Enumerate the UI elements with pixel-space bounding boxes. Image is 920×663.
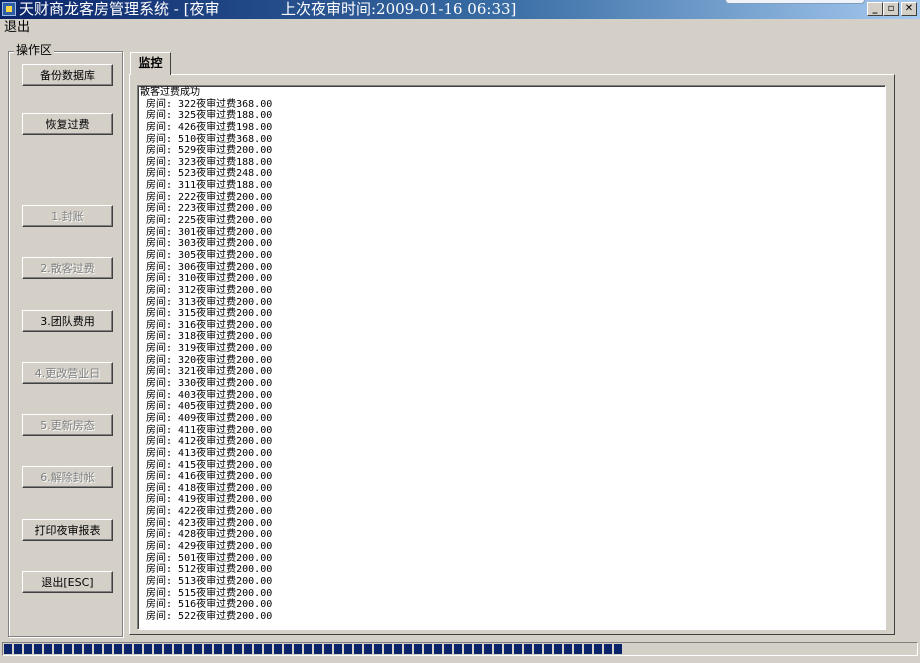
progress-fill: [4, 644, 624, 654]
unlock-accounts-button[interactable]: 6.解除封帐: [22, 466, 113, 488]
log-line: 房间: 422夜审过费200.00: [140, 506, 273, 518]
log-line: 房间: 409夜审过费200.00: [140, 412, 273, 424]
log-line: 房间: 330夜审过费200.00: [140, 378, 273, 390]
print-audit-report-button[interactable]: 打印夜审报表: [22, 519, 113, 541]
log-line: 房间: 522夜审过费200.00: [140, 610, 273, 622]
log-line: 房间: 423夜审过费200.00: [140, 517, 273, 529]
change-business-day-button[interactable]: 4.更改营业日: [22, 362, 113, 384]
log-line: 房间: 315夜审过费200.00: [140, 308, 273, 320]
group-charges-button[interactable]: 3.团队费用: [22, 310, 113, 332]
progress-bar: [2, 642, 918, 656]
restore-charges-button[interactable]: 恢复过费: [22, 113, 113, 135]
log-line: 房间: 303夜审过费200.00: [140, 238, 273, 250]
title-decoration: [725, 0, 865, 4]
log-line: 房间: 428夜审过费200.00: [140, 529, 273, 541]
title-bar: 天财商龙客房管理系统 - [夜审 上次夜审时间:2009-01-16 06:33…: [0, 0, 920, 19]
app-icon[interactable]: [2, 2, 16, 16]
backup-database-button[interactable]: 备份数据库: [22, 64, 113, 86]
log-line: 房间: 305夜审过费200.00: [140, 249, 273, 261]
menu-item-exit[interactable]: 退出: [4, 19, 30, 36]
log-line: 房间: 405夜审过费200.00: [140, 401, 273, 413]
log-line: 房间: 312夜审过费200.00: [140, 284, 273, 296]
log-line: 房间: 316夜审过费200.00: [140, 319, 273, 331]
log-line: 房间: 223夜审过费200.00: [140, 203, 273, 215]
log-line: 房间: 523夜审过费248.00: [140, 168, 273, 180]
close-button[interactable]: ✕: [901, 2, 917, 16]
log-line: 房间: 301夜审过费200.00: [140, 226, 273, 238]
log-line: 房间: 310夜审过费200.00: [140, 273, 273, 285]
log-line: 房间: 311夜审过费188.00: [140, 180, 273, 192]
last-audit-time: 上次夜审时间:2009-01-16 06:33]: [281, 0, 517, 18]
log-line: 房间: 512夜审过费200.00: [140, 564, 273, 576]
log-line: 房间: 319夜审过费200.00: [140, 343, 273, 355]
log-line: 房间: 306夜审过费200.00: [140, 261, 273, 273]
log-line: 房间: 225夜审过费200.00: [140, 215, 273, 227]
log-line: 房间: 515夜审过费200.00: [140, 587, 273, 599]
log-line: 房间: 429夜审过费200.00: [140, 540, 273, 552]
log-line: 房间: 313夜审过费200.00: [140, 296, 273, 308]
operation-group-legend: 操作区: [14, 43, 55, 57]
log-line: 房间: 510夜审过费368.00: [140, 133, 273, 145]
exit-esc-button[interactable]: 退出[ESC]: [22, 571, 113, 593]
log-line: 房间: 426夜审过费198.00: [140, 121, 273, 133]
restore-button[interactable]: ▫: [883, 2, 899, 16]
log-line: 房间: 513夜审过费200.00: [140, 575, 273, 587]
log-line: 房间: 325夜审过费188.00: [140, 110, 273, 122]
log-line: 房间: 323夜审过费188.00: [140, 156, 273, 168]
monitor-log[interactable]: 散客过费成功 房间: 322夜审过费368.00 房间: 325夜审过费188.…: [137, 85, 886, 630]
log-line: 房间: 415夜审过费200.00: [140, 459, 273, 471]
log-line: 房间: 321夜审过费200.00: [140, 366, 273, 378]
log-line: 房间: 516夜审过费200.00: [140, 599, 273, 611]
log-line: 房间: 318夜审过费200.00: [140, 331, 273, 343]
log-line: 房间: 416夜审过费200.00: [140, 471, 273, 483]
minimize-button[interactable]: _: [867, 2, 883, 16]
log-line: 房间: 413夜审过费200.00: [140, 447, 273, 459]
log-line: 房间: 403夜审过费200.00: [140, 389, 273, 401]
log-line: 散客过费成功: [140, 87, 200, 98]
log-line: 房间: 322夜审过费368.00: [140, 98, 273, 110]
log-line: 房间: 320夜审过费200.00: [140, 354, 273, 366]
log-line: 房间: 419夜审过费200.00: [140, 494, 273, 506]
operation-group: [8, 51, 123, 637]
log-line: 房间: 501夜审过费200.00: [140, 552, 273, 564]
log-line: 房间: 418夜审过费200.00: [140, 482, 273, 494]
window-title: 天财商龙客房管理系统 - [夜审: [19, 0, 220, 18]
close-accounts-button[interactable]: 1.封账: [22, 205, 113, 227]
log-line: 房间: 529夜审过费200.00: [140, 145, 273, 157]
log-line: 房间: 411夜审过费200.00: [140, 424, 273, 436]
update-room-status-button[interactable]: 5.更新房态: [22, 414, 113, 436]
tab-monitor[interactable]: 监控: [130, 52, 171, 75]
walkin-charges-button[interactable]: 2.散客过费: [22, 257, 113, 279]
log-line: 房间: 412夜审过费200.00: [140, 436, 273, 448]
log-line: 房间: 222夜审过费200.00: [140, 191, 273, 203]
menu-bar: 退出: [0, 19, 920, 36]
